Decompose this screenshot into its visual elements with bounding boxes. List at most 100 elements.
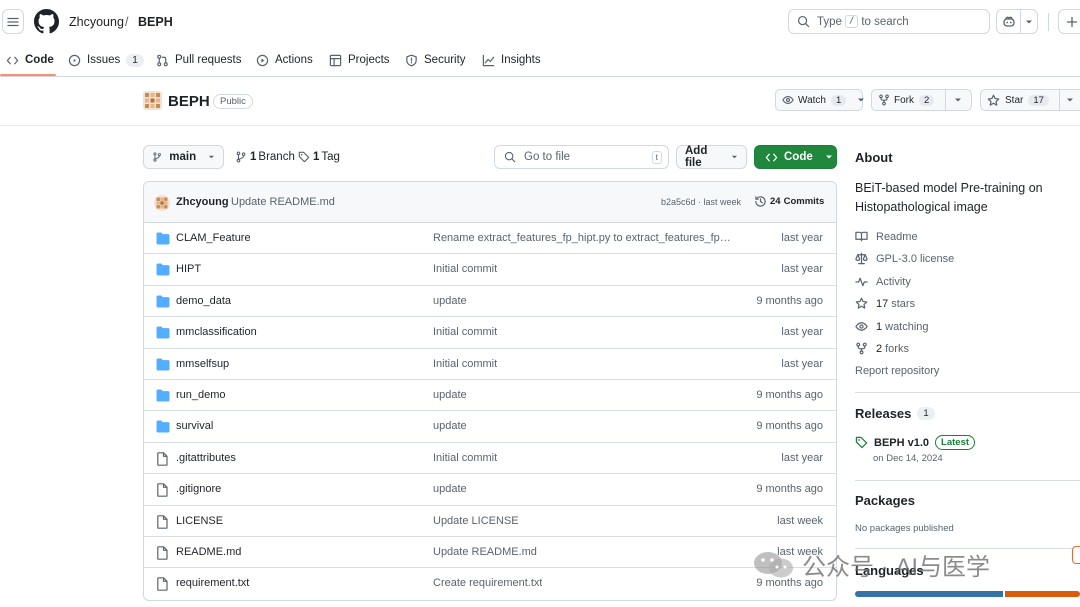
watching-count: 1 <box>876 320 883 333</box>
star-icon <box>987 94 1000 106</box>
file-commit-message[interactable]: Create requirement.txt <box>433 577 542 589</box>
branches-link[interactable]: 1 Branch <box>235 151 295 163</box>
stars-count: 17 <box>876 297 889 310</box>
file-name[interactable]: mmclassification <box>176 326 257 338</box>
stars-link[interactable]: 17 stars <box>855 297 915 310</box>
file-commit-message[interactable]: update <box>433 420 467 432</box>
commit-message[interactable]: Update README.md <box>231 196 335 208</box>
menu-button[interactable] <box>2 9 24 34</box>
search-icon <box>504 151 516 163</box>
file-name[interactable]: .gitignore <box>176 483 221 495</box>
releases-heading[interactable]: Releases 1 <box>855 406 935 421</box>
file-commit-date: last year <box>781 451 823 464</box>
file-commit-message[interactable]: Update README.md <box>433 546 537 558</box>
tab-pull-requests[interactable]: Pull requests <box>156 44 241 76</box>
repo-title[interactable]: BEPH <box>168 93 210 110</box>
file-name[interactable]: demo_data <box>176 295 231 307</box>
file-name[interactable]: requirement.txt <box>176 577 249 589</box>
file-commit-message[interactable]: update <box>433 483 467 495</box>
license-link[interactable]: GPL-3.0 license <box>855 252 954 265</box>
shield-icon <box>406 54 417 66</box>
release-name: BEPH v1.0 <box>874 436 930 449</box>
file-row[interactable]: LICENSE Update LICENSE last week <box>144 506 836 537</box>
file-row[interactable]: mmselfsup Initial commit last year <box>144 349 836 380</box>
tab-security[interactable]: Security <box>405 44 466 76</box>
edge-widget[interactable] <box>1072 546 1080 564</box>
breadcrumb-owner[interactable]: Zhcyoung <box>69 15 124 29</box>
file-commit-message[interactable]: Initial commit <box>433 452 497 464</box>
tag-icon <box>298 151 310 163</box>
fork-button[interactable]: Fork 2 <box>871 89 972 111</box>
file-icon <box>156 483 169 497</box>
file-row[interactable]: .gitignore update 9 months ago <box>144 474 836 506</box>
search-input[interactable]: Type / to search <box>788 9 990 34</box>
file-commit-message[interactable]: Update LICENSE <box>433 515 519 527</box>
file-row[interactable]: requirement.txt Create requirement.txt 9 m… <box>144 568 836 599</box>
file-row[interactable]: demo_data update 9 months ago <box>144 286 836 318</box>
forks-link[interactable]: 2 forks <box>855 342 909 355</box>
copilot-button[interactable] <box>996 9 1038 34</box>
file-commit-date: 9 months ago <box>756 483 823 496</box>
releases-heading-label: Releases <box>855 406 912 421</box>
star-button[interactable]: Star 17 <box>980 89 1080 111</box>
history-icon <box>755 196 766 207</box>
folder-icon <box>156 326 170 339</box>
tab-label: Actions <box>275 54 313 66</box>
branch-selector[interactable]: main <box>143 145 224 169</box>
latest-commit-bar: Zhcyoung Update README.md b2a5c6d · last… <box>144 182 836 223</box>
watching-link[interactable]: 1 watching <box>855 320 929 333</box>
code-button[interactable]: Code <box>754 145 837 169</box>
chevron-down-icon <box>731 155 738 159</box>
tab-insights[interactable]: Insights <box>482 44 541 76</box>
author-avatar[interactable] <box>154 195 170 211</box>
file-row[interactable]: CLAM_Feature Rename extract_features_fp_h… <box>144 223 836 255</box>
file-commit-message[interactable]: update <box>433 389 467 401</box>
file-commit-message[interactable]: update <box>433 295 467 307</box>
language-segment-python <box>855 591 1003 597</box>
commits-link[interactable]: 24 Commits <box>754 195 824 208</box>
activity-link[interactable]: Activity <box>855 275 911 288</box>
file-name[interactable]: CLAM_Feature <box>176 232 251 244</box>
folder-icon <box>156 389 170 402</box>
file-name[interactable]: README.md <box>176 546 241 558</box>
file-name[interactable]: LICENSE <box>176 515 223 527</box>
file-row[interactable]: mmclassification Initial commit last year <box>144 317 836 349</box>
branches-count: 1 <box>250 151 257 163</box>
github-logo-icon[interactable] <box>34 9 59 34</box>
tab-code[interactable]: Code <box>6 44 54 76</box>
file-commit-message[interactable]: Rename extract_features_fp_hipt.py to ex… <box>433 232 733 244</box>
create-new-button[interactable] <box>1058 9 1080 34</box>
commit-hash-time[interactable]: b2a5c6d · last week <box>661 197 741 207</box>
repo-description: BEiT-based model Pre-training on Histopa… <box>855 181 1043 214</box>
file-commit-message[interactable]: Initial commit <box>433 358 497 370</box>
watch-button[interactable]: Watch 1 <box>775 89 865 111</box>
breadcrumb-repo[interactable]: BEPH <box>138 15 173 29</box>
tab-projects[interactable]: Projects <box>329 44 390 76</box>
file-name[interactable]: run_demo <box>176 389 226 401</box>
file-commit-message[interactable]: Initial commit <box>433 263 497 275</box>
file-row[interactable]: run_demo update 9 months ago <box>144 380 836 412</box>
file-row[interactable]: survival update 9 months ago <box>144 411 836 443</box>
go-to-file-input[interactable]: Go to file t <box>494 145 669 169</box>
report-repository-link[interactable]: Report repository <box>855 365 939 377</box>
packages-heading[interactable]: Packages <box>855 493 915 508</box>
tab-issues[interactable]: Issues 1 <box>68 44 144 76</box>
add-file-button[interactable]: Add file <box>676 145 747 169</box>
branch-icon <box>153 152 161 162</box>
file-row[interactable]: README.md Update README.md last week <box>144 537 836 569</box>
file-row[interactable]: HIPT Initial commit last year <box>144 254 836 286</box>
commit-author[interactable]: Zhcyoung <box>176 196 229 208</box>
file-name[interactable]: HIPT <box>176 263 201 275</box>
file-name[interactable]: mmselfsup <box>176 358 229 370</box>
active-tab-indicator <box>0 74 56 76</box>
tab-actions[interactable]: Actions <box>256 44 313 76</box>
readme-link[interactable]: Readme <box>855 230 918 243</box>
file-name[interactable]: survival <box>176 420 213 432</box>
file-commit-message[interactable]: Initial commit <box>433 326 497 338</box>
release-item[interactable]: BEPH v1.0 Latest <box>855 435 976 450</box>
folder-icon <box>156 358 170 371</box>
file-commit-date: last year <box>781 326 823 339</box>
file-name[interactable]: .gitattributes <box>176 452 236 464</box>
tags-link[interactable]: 1 Tag <box>298 151 340 163</box>
file-row[interactable]: .gitattributes Initial commit last year <box>144 443 836 475</box>
